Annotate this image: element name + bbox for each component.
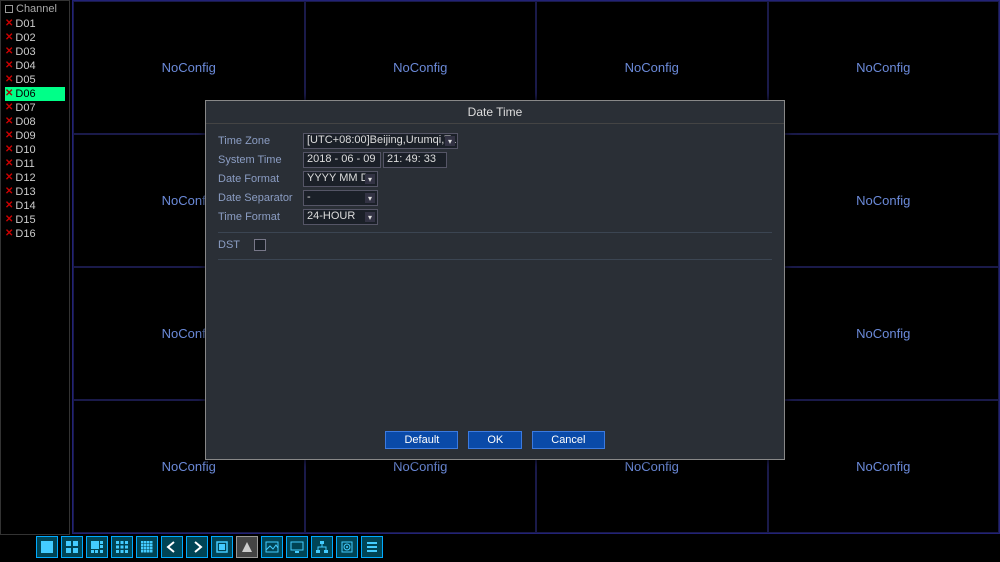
channel-item-D15[interactable]: ✕D15 (5, 213, 65, 227)
fullscreen-icon[interactable] (211, 536, 233, 558)
x-icon: ✕ (5, 143, 13, 157)
ok-button[interactable]: OK (468, 431, 522, 449)
video-cell[interactable]: NoConfig (768, 267, 1000, 400)
chevron-down-icon: ▾ (365, 193, 375, 203)
ptz-icon[interactable] (236, 536, 258, 558)
video-cell[interactable]: NoConfig (768, 400, 1000, 533)
chevron-down-icon: ▾ (365, 174, 375, 184)
image-icon[interactable] (261, 536, 283, 558)
date-input[interactable]: 2018 - 06 - 09 (303, 152, 381, 168)
x-icon: ✕ (5, 115, 13, 129)
channel-sidebar: Channel ✕D01✕D02✕D03✕D04✕D05✕D06✕D07✕D08… (0, 0, 70, 535)
channel-item-D12[interactable]: ✕D12 (5, 171, 65, 185)
dst-label: DST (218, 239, 246, 251)
timezone-value: [UTC+08:00]Beijing,Urumqi,Ta (307, 134, 456, 146)
divider (218, 232, 772, 233)
time-input[interactable]: 21: 49: 33 (383, 152, 447, 168)
channel-item-D16[interactable]: ✕D16 (5, 227, 65, 241)
datesep-value: - (307, 191, 311, 203)
network-icon[interactable] (311, 536, 333, 558)
timezone-label: Time Zone (218, 135, 303, 147)
channel-item-D06[interactable]: ✕D06 (5, 87, 65, 101)
view4-icon[interactable] (61, 536, 83, 558)
sidebar-title: Channel (16, 3, 57, 15)
x-icon: ✕ (5, 129, 13, 143)
x-icon: ✕ (5, 59, 13, 73)
divider (218, 259, 772, 260)
channel-item-D08[interactable]: ✕D08 (5, 115, 65, 129)
hdd-icon[interactable] (336, 536, 358, 558)
timeformat-label: Time Format (218, 211, 303, 223)
dst-checkbox[interactable] (254, 239, 266, 251)
timeformat-value: 24-HOUR (307, 210, 355, 222)
x-icon: ✕ (5, 185, 13, 199)
timeformat-select[interactable]: 24-HOUR ▾ (303, 209, 378, 225)
dateformat-value: YYYY MM D (307, 172, 369, 184)
view9-icon[interactable] (111, 536, 133, 558)
video-cell[interactable]: NoConfig (768, 134, 1000, 267)
x-icon: ✕ (5, 157, 13, 171)
datesep-label: Date Separator (218, 192, 303, 204)
default-button[interactable]: Default (385, 431, 458, 449)
x-icon: ✕ (5, 31, 13, 45)
next-icon[interactable] (186, 536, 208, 558)
x-icon: ✕ (5, 17, 13, 31)
dialog-body: Time Zone [UTC+08:00]Beijing,Urumqi,Ta ▾… (206, 124, 784, 274)
x-icon: ✕ (5, 199, 13, 213)
dateformat-label: Date Format (218, 173, 303, 185)
x-icon: ✕ (5, 73, 13, 87)
dateformat-select[interactable]: YYYY MM D ▾ (303, 171, 378, 187)
systime-label: System Time (218, 154, 303, 166)
channel-item-D05[interactable]: ✕D05 (5, 73, 65, 87)
channel-item-D09[interactable]: ✕D09 (5, 129, 65, 143)
channel-item-D14[interactable]: ✕D14 (5, 199, 65, 213)
channel-item-D01[interactable]: ✕D01 (5, 17, 65, 31)
x-icon: ✕ (5, 87, 13, 101)
view1-icon[interactable] (36, 536, 58, 558)
x-icon: ✕ (5, 213, 13, 227)
cancel-button[interactable]: Cancel (532, 431, 604, 449)
x-icon: ✕ (5, 227, 13, 241)
timezone-select[interactable]: [UTC+08:00]Beijing,Urumqi,Ta ▾ (303, 133, 458, 149)
bottom-toolbar (36, 536, 383, 558)
x-icon: ✕ (5, 45, 13, 59)
view8-icon[interactable] (86, 536, 108, 558)
channel-list: ✕D01✕D02✕D03✕D04✕D05✕D06✕D07✕D08✕D09✕D10… (1, 17, 69, 241)
channel-item-D02[interactable]: ✕D02 (5, 31, 65, 45)
chevron-down-icon: ▾ (365, 212, 375, 222)
prev-icon[interactable] (161, 536, 183, 558)
display-icon[interactable] (286, 536, 308, 558)
channel-item-D07[interactable]: ✕D07 (5, 101, 65, 115)
channel-item-D13[interactable]: ✕D13 (5, 185, 65, 199)
x-icon: ✕ (5, 171, 13, 185)
channel-item-D11[interactable]: ✕D11 (5, 157, 65, 171)
datesep-select[interactable]: - ▾ (303, 190, 378, 206)
list-icon (5, 5, 13, 13)
dialog-buttons: Default OK Cancel (206, 431, 784, 449)
view16-icon[interactable] (136, 536, 158, 558)
sidebar-header: Channel (1, 1, 69, 17)
channel-item-D04[interactable]: ✕D04 (5, 59, 65, 73)
chevron-down-icon: ▾ (445, 136, 455, 146)
datetime-dialog: Date Time Time Zone [UTC+08:00]Beijing,U… (205, 100, 785, 460)
menu-icon[interactable] (361, 536, 383, 558)
channel-item-D03[interactable]: ✕D03 (5, 45, 65, 59)
dialog-title: Date Time (206, 101, 784, 124)
channel-item-D10[interactable]: ✕D10 (5, 143, 65, 157)
x-icon: ✕ (5, 101, 13, 115)
video-cell[interactable]: NoConfig (768, 1, 1000, 134)
